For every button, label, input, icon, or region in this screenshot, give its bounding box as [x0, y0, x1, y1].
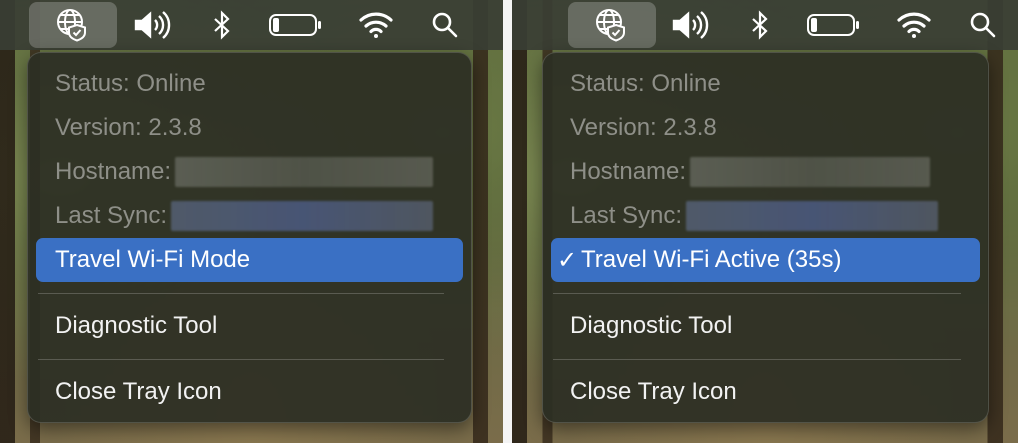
menu-separator: [553, 359, 961, 360]
wifi-icon: [358, 10, 394, 40]
diagnostic-tool-label: Diagnostic Tool: [55, 312, 218, 339]
last-sync-redacted: [686, 201, 939, 231]
bluetooth-button[interactable]: [205, 0, 239, 50]
version-item: Version: 2.3.8: [36, 106, 463, 150]
menu-separator: [553, 293, 961, 294]
battery-button[interactable]: [266, 0, 326, 50]
version-item: Version: 2.3.8: [551, 106, 980, 150]
volume-icon: [671, 10, 711, 40]
last-sync-item: Last Sync:: [36, 194, 463, 238]
globe-shield-icon: [55, 7, 91, 43]
volume-button[interactable]: [666, 0, 716, 50]
spotlight-button[interactable]: [966, 0, 1000, 50]
travel-wifi-item[interactable]: Travel Wi-Fi Mode: [36, 238, 463, 282]
travel-wifi-item[interactable]: ✓ Travel Wi-Fi Active (35s): [551, 238, 980, 282]
status-item: Status: Online: [36, 62, 463, 106]
bluetooth-icon: [212, 10, 232, 40]
battery-button[interactable]: [804, 0, 864, 50]
menu-bar: [512, 0, 1018, 50]
menu-bar: [0, 0, 503, 50]
tray-dropdown-menu: Status: Online Version: 2.3.8 Hostname: …: [27, 52, 472, 423]
hostname-item: Hostname:: [36, 150, 463, 194]
bluetooth-icon: [750, 10, 770, 40]
diagnostic-tool-item[interactable]: Diagnostic Tool: [551, 304, 980, 348]
vpn-tray-button[interactable]: [568, 2, 656, 48]
last-sync-redacted: [171, 201, 434, 231]
version-text: Version: 2.3.8: [570, 114, 717, 141]
last-sync-label: Last Sync:: [570, 202, 683, 229]
menu-separator: [38, 293, 444, 294]
close-tray-icon-label: Close Tray Icon: [570, 378, 737, 405]
search-icon: [969, 11, 997, 39]
battery-icon: [806, 12, 862, 38]
globe-shield-icon: [594, 7, 630, 43]
close-tray-icon-item[interactable]: Close Tray Icon: [36, 370, 463, 414]
screenshot-after: Status: Online Version: 2.3.8 Hostname: …: [512, 0, 1018, 443]
status-text: Status: Online: [55, 70, 206, 97]
hostname-label: Hostname:: [55, 158, 172, 185]
last-sync-item: Last Sync:: [551, 194, 980, 238]
hostname-redacted: [690, 157, 931, 187]
status-item: Status: Online: [551, 62, 980, 106]
close-tray-icon-label: Close Tray Icon: [55, 378, 222, 405]
travel-wifi-label: Travel Wi-Fi Mode: [55, 246, 251, 273]
hostname-label: Hostname:: [570, 158, 687, 185]
travel-wifi-label: Travel Wi-Fi Active (35s): [581, 246, 842, 273]
last-sync-label: Last Sync:: [55, 202, 168, 229]
spotlight-button[interactable]: [428, 0, 462, 50]
hostname-item: Hostname:: [551, 150, 980, 194]
close-tray-icon-item[interactable]: Close Tray Icon: [551, 370, 980, 414]
diagnostic-tool-item[interactable]: Diagnostic Tool: [36, 304, 463, 348]
checkmark-icon: ✓: [557, 247, 578, 274]
menu-separator: [38, 359, 444, 360]
hostname-redacted: [175, 157, 434, 187]
version-text: Version: 2.3.8: [55, 114, 202, 141]
panel-divider: [503, 0, 512, 443]
battery-icon: [268, 12, 324, 38]
vpn-tray-button[interactable]: [29, 2, 117, 48]
diagnostic-tool-label: Diagnostic Tool: [570, 312, 733, 339]
search-icon: [431, 11, 459, 39]
volume-icon: [133, 10, 173, 40]
wifi-button[interactable]: [356, 0, 396, 50]
screenshot-before: Status: Online Version: 2.3.8 Hostname: …: [0, 0, 503, 443]
bluetooth-button[interactable]: [743, 0, 777, 50]
wifi-icon: [896, 10, 932, 40]
status-text: Status: Online: [570, 70, 721, 97]
tray-dropdown-menu: Status: Online Version: 2.3.8 Hostname: …: [542, 52, 989, 423]
wifi-button[interactable]: [894, 0, 934, 50]
volume-button[interactable]: [128, 0, 178, 50]
